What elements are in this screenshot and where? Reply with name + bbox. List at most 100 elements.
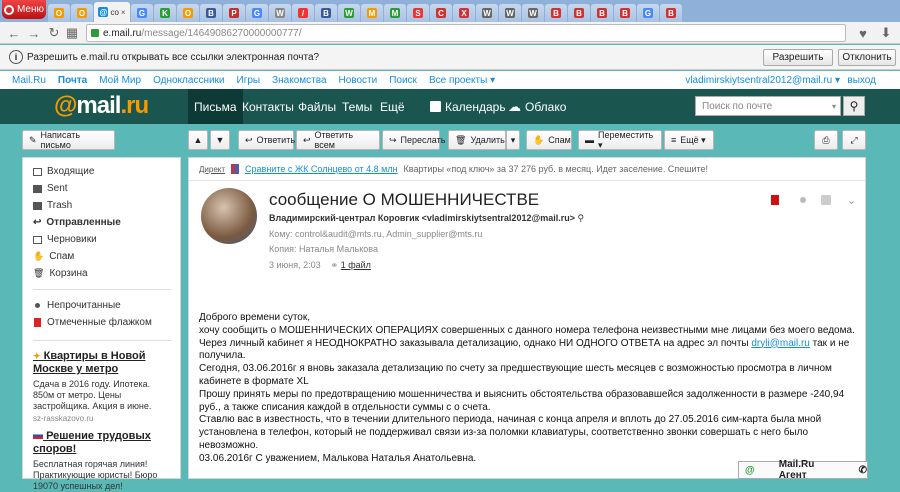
browser-tab[interactable]: M — [361, 4, 383, 22]
portal-link-mail[interactable]: Почта — [58, 75, 87, 86]
browser-tab[interactable]: W — [269, 4, 291, 22]
expand-button[interactable]: ⤢ — [842, 130, 866, 150]
browser-tab[interactable]: M — [384, 4, 406, 22]
nav-letters[interactable]: Письма — [188, 89, 243, 124]
portal-link[interactable]: Одноклассники — [153, 75, 224, 86]
next-message-button[interactable]: ▼ — [210, 130, 230, 150]
browser-tab[interactable]: B — [545, 4, 567, 22]
nav-calendar[interactable]: Календарь — [424, 89, 512, 124]
folder-drafts[interactable]: Черновики — [33, 234, 97, 245]
browser-tab[interactable]: P — [223, 4, 245, 22]
browser-tab[interactable]: S — [407, 4, 429, 22]
forward-icon[interactable]: → — [26, 25, 42, 41]
promo-labor-disputes[interactable]: Решение трудовых споров! Бесплатная горя… — [33, 430, 173, 492]
download-icon[interactable]: ⬇ — [878, 25, 894, 41]
portal-link[interactable]: Mail.Ru — [12, 75, 46, 86]
portal-link[interactable]: Новости — [339, 75, 378, 86]
back-icon[interactable]: ← — [6, 25, 22, 41]
secure-lock-icon — [91, 29, 99, 37]
url-field[interactable]: e.mail.ru /message/14649086270000000777/ — [86, 24, 846, 42]
chevron-down-icon[interactable]: ▾ — [832, 102, 836, 111]
reply-all-button[interactable]: ↩ Ответить всем — [296, 130, 380, 150]
allow-button[interactable]: Разрешить — [763, 49, 833, 66]
message-from[interactable]: Владимирский-централ Коровгик <vladimirs… — [269, 213, 584, 224]
delete-button[interactable]: 🗑 Удалить — [448, 130, 506, 150]
browser-tab[interactable]: G — [637, 4, 659, 22]
nav-files[interactable]: Файлы — [292, 89, 342, 124]
mailru-logo[interactable]: @mail.ru — [54, 92, 149, 120]
reply-all-icon: ↩ — [303, 134, 311, 145]
browser-tab[interactable]: W — [499, 4, 521, 22]
move-button[interactable]: ▬ Переместить ▾ — [578, 130, 662, 150]
browser-tab[interactable]: B — [200, 4, 222, 22]
browser-tab[interactable]: W — [338, 4, 360, 22]
mailru-agent-button[interactable]: @ Mail.Ru Агент ✆ — [738, 459, 868, 481]
read-status-icon[interactable] — [800, 197, 806, 203]
flag-icon[interactable] — [771, 195, 779, 205]
search-input[interactable]: Поиск по почте ▾ — [695, 96, 841, 116]
folder-trash-en[interactable]: Trash — [33, 200, 72, 211]
user-email[interactable]: vladimirskiytsentral2012@mail.ru ▾ — [685, 75, 840, 86]
compose-button[interactable]: ✎ Написать письмо — [22, 130, 115, 150]
folder-sent-en[interactable]: Sent — [33, 183, 68, 194]
browser-tab[interactable]: B — [660, 4, 682, 22]
nav-cloud[interactable]: ☁ Облако — [502, 89, 572, 124]
browser-tab[interactable]: G — [131, 4, 153, 22]
filter-flagged[interactable]: Отмеченные флажком — [33, 317, 152, 328]
attachment-link[interactable]: ⚭ 1 файл — [331, 260, 371, 271]
browser-tab[interactable]: G — [246, 4, 268, 22]
direct-ad-link[interactable]: Сравните с ЖК Солнцево от 4.8 млн — [245, 164, 398, 174]
category-icon[interactable] — [821, 195, 831, 205]
portal-link[interactable]: Знакомства — [272, 75, 326, 86]
folder-sent[interactable]: ↩ Отправленные — [33, 217, 121, 228]
browser-tab[interactable]: B — [315, 4, 337, 22]
browser-tab[interactable]: O — [177, 4, 199, 22]
prev-message-button[interactable]: ▲ — [188, 130, 208, 150]
direct-label[interactable]: Директ — [199, 165, 225, 174]
filter-unread[interactable]: Непрочитанные — [33, 300, 121, 311]
portal-link[interactable]: Поиск — [389, 75, 417, 86]
close-icon[interactable]: × — [121, 8, 126, 17]
reload-icon[interactable]: ↻ — [46, 25, 62, 41]
nav-themes[interactable]: Темы — [336, 89, 378, 124]
portal-link[interactable]: Мой Мир — [99, 75, 141, 86]
browser-tab[interactable]: О — [48, 4, 70, 22]
tab-favicon-icon: W — [505, 8, 515, 18]
folder-bin[interactable]: 🗑 Корзина — [33, 268, 88, 279]
forward-button[interactable]: ↪ Переслать — [382, 130, 445, 150]
browser-tab[interactable]: C — [430, 4, 452, 22]
promo-apartments[interactable]: ✦ Квартиры в Новой Москве у метро Сдача … — [33, 350, 173, 423]
browser-tab[interactable]: W — [476, 4, 498, 22]
browser-tab[interactable]: @ co × — [94, 2, 130, 22]
spam-button[interactable]: ✋ Спам — [526, 130, 572, 150]
delete-dropdown[interactable]: ▾ — [506, 130, 520, 150]
reply-button[interactable]: ↩ Ответить — [238, 130, 295, 150]
browser-tab[interactable]: О — [71, 4, 93, 22]
chevron-down-icon[interactable]: ⌄ — [847, 194, 856, 207]
browser-tab[interactable]: W — [522, 4, 544, 22]
browser-tab[interactable]: B — [568, 4, 590, 22]
portal-link[interactable]: Игры — [237, 75, 261, 86]
phone-icon[interactable]: ✆ — [859, 465, 867, 476]
search-icon[interactable]: ⚲ — [843, 96, 865, 116]
tab-favicon-icon: B — [551, 8, 561, 18]
portal-link-all-projects[interactable]: Все проекты ▾ — [429, 75, 495, 86]
browser-tab[interactable]: / — [292, 4, 314, 22]
folder-spam[interactable]: ✋ Спам — [33, 251, 74, 262]
opera-menu-button[interactable]: Меню — [2, 0, 46, 19]
print-button[interactable]: ⎙ — [814, 130, 838, 150]
browser-tab[interactable]: B — [591, 4, 613, 22]
nav-more[interactable]: Ещё — [374, 89, 411, 124]
folder-inbox[interactable]: Входящие — [33, 166, 94, 177]
heart-icon[interactable]: ♥ — [855, 25, 871, 41]
nav-contacts[interactable]: Контакты — [236, 89, 300, 124]
speed-dial-icon[interactable]: ▦ — [64, 25, 80, 41]
email-link[interactable]: dryli@mail.ru — [751, 338, 810, 349]
browser-tab[interactable]: B — [614, 4, 636, 22]
more-button[interactable]: ≡ Ещё ▾ — [664, 130, 714, 150]
deny-button[interactable]: Отклонить — [838, 49, 896, 66]
exit-link[interactable]: выход — [847, 75, 876, 86]
search-icon[interactable]: ⚲ — [578, 213, 585, 223]
browser-tab[interactable]: X — [453, 4, 475, 22]
browser-tab[interactable]: K — [154, 4, 176, 22]
